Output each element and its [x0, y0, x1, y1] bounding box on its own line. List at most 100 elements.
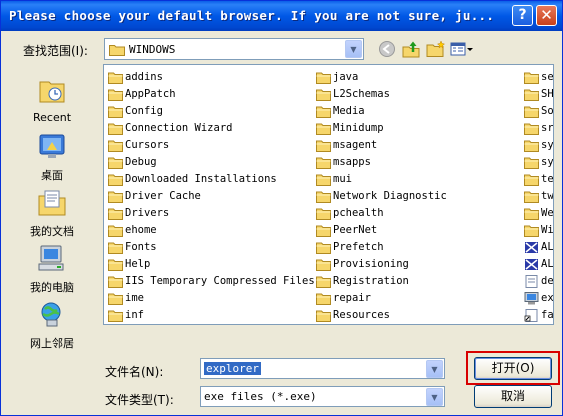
file-name: Drivers — [125, 207, 170, 219]
file-name: Connection Wizard — [125, 122, 233, 134]
file-list-item[interactable]: AL — [522, 256, 553, 273]
file-name: te — [541, 173, 554, 185]
file-name: sy — [541, 139, 554, 151]
lookin-select[interactable]: WINDOWS ▼ — [104, 38, 364, 60]
place-label: 我的电脑 — [30, 281, 74, 294]
file-name: tw — [541, 190, 554, 202]
file-name: sy — [541, 156, 554, 168]
file-list-item[interactable]: sy — [522, 154, 554, 171]
file-list[interactable]: addins AppPatch Config Connection Wizard Cur… — [103, 64, 554, 325]
file-list-item[interactable]: Provisioning — [314, 256, 519, 273]
file-list-item[interactable]: Fonts — [106, 239, 311, 256]
file-list-item[interactable]: Media — [314, 103, 519, 120]
file-list-item[interactable]: Wi — [522, 222, 554, 239]
file-list-item[interactable]: L2Schemas — [314, 86, 519, 103]
file-list-item[interactable]: So — [522, 103, 554, 120]
file-list-item[interactable]: sr — [522, 120, 554, 137]
chevron-down-icon[interactable]: ▼ — [426, 388, 443, 406]
file-list-item[interactable]: Network Diagnostic — [314, 188, 519, 205]
file-name: msagent — [333, 139, 378, 151]
back-button[interactable] — [378, 40, 398, 58]
window-title: Please choose your default browser. If y… — [9, 8, 495, 23]
file-list-item[interactable]: repair — [314, 290, 519, 307]
file-name: L2Schemas — [333, 88, 390, 100]
file-list-item[interactable]: Connection Wizard — [106, 120, 311, 137]
file-list-item[interactable]: SH — [522, 86, 553, 103]
place-my-documents[interactable]: 我的文档 — [5, 188, 99, 239]
file-list-item[interactable]: Cursors — [106, 137, 311, 154]
place-label: Recent — [32, 111, 72, 124]
file-list-item[interactable]: fa — [522, 307, 553, 324]
shortcut-icon — [524, 309, 539, 324]
lookin-label: 查找范围(I): — [23, 44, 88, 58]
file-name: So — [541, 105, 554, 117]
file-list-item[interactable]: tw — [522, 188, 554, 205]
place-network[interactable]: 网上邻居 — [5, 300, 99, 351]
file-list-item[interactable]: AL — [522, 239, 553, 256]
open-button[interactable]: 打开(O) — [474, 357, 552, 380]
help-button[interactable]: ? — [512, 5, 533, 26]
file-list-item[interactable]: Driver Cache — [106, 188, 311, 205]
file-name: Cursors — [125, 139, 170, 151]
file-name: msapps — [333, 156, 371, 168]
file-list-item[interactable]: Prefetch — [314, 239, 519, 256]
place-desktop[interactable]: 桌面 — [5, 132, 99, 183]
file-name: repair — [333, 292, 371, 304]
chevron-down-icon[interactable]: ▼ — [345, 40, 362, 58]
file-list-item[interactable]: IIS Temporary Compressed Files — [106, 273, 315, 290]
file-list-item[interactable]: ime — [106, 290, 311, 307]
file-name: PeerNet — [333, 224, 378, 236]
view-menu-button[interactable] — [450, 40, 474, 58]
file-list-item[interactable]: Resources — [314, 307, 519, 324]
file-list-item[interactable]: addins — [106, 69, 311, 86]
file-list-item[interactable]: pchealth — [314, 205, 519, 222]
file-list-item[interactable]: mui — [314, 171, 519, 188]
file-list-item[interactable]: msagent — [314, 137, 519, 154]
desktop-icon — [39, 134, 65, 158]
file-name: Media — [333, 105, 365, 117]
filetype-select[interactable]: exe files (*.exe) ▼ — [200, 386, 445, 407]
file-name: ex — [541, 292, 554, 304]
filename-field[interactable]: explorer ▼ — [200, 358, 445, 379]
file-list-item[interactable]: Downloaded Installations — [106, 171, 311, 188]
file-name: Debug — [125, 156, 157, 168]
file-list-item[interactable]: inf — [106, 307, 311, 324]
new-folder-button[interactable] — [426, 40, 446, 58]
file-list-item[interactable]: te — [522, 171, 554, 188]
close-button[interactable]: ✕ — [536, 5, 557, 26]
file-name: Prefetch — [333, 241, 384, 253]
file-list-item[interactable]: sy — [522, 137, 554, 154]
title-bar[interactable]: Please choose your default browser. If y… — [1, 1, 562, 31]
place-recent[interactable]: Recent — [5, 76, 99, 124]
file-list-item[interactable]: Help — [106, 256, 311, 273]
file-name: sr — [541, 122, 554, 134]
folder-icon — [109, 43, 125, 59]
file-list-item[interactable]: ehome — [106, 222, 311, 239]
file-list-item[interactable]: java — [314, 69, 519, 86]
file-list-item[interactable]: Registration — [314, 273, 519, 290]
file-name: Fonts — [125, 241, 157, 253]
file-list-item[interactable]: Minidump — [314, 120, 519, 137]
file-column-1: addins AppPatch Config Connection Wizard Cur… — [106, 69, 315, 324]
place-my-computer[interactable]: 我的电脑 — [5, 244, 99, 295]
file-name: Downloaded Installations — [125, 173, 277, 185]
chevron-down-icon[interactable]: ▼ — [426, 360, 443, 378]
up-folder-button[interactable] — [402, 40, 422, 58]
cancel-button[interactable]: 取消 — [474, 385, 552, 408]
file-list-item[interactable]: We — [522, 205, 553, 222]
file-list-item[interactable]: de — [522, 273, 553, 290]
file-list-item[interactable]: Config — [106, 103, 311, 120]
file-name: inf — [125, 309, 144, 321]
file-list-item[interactable]: AppPatch — [106, 86, 311, 103]
file-list-item[interactable]: se — [522, 69, 553, 86]
file-list-item[interactable]: ex — [522, 290, 554, 307]
file-name: mui — [333, 173, 352, 185]
file-list-item[interactable]: Drivers — [106, 205, 311, 222]
file-name: AppPatch — [125, 88, 176, 100]
file-name: Wi — [541, 224, 554, 236]
file-list-item[interactable]: PeerNet — [314, 222, 519, 239]
file-list-item[interactable]: Debug — [106, 154, 311, 171]
filetype-value: exe files (*.exe) — [204, 390, 317, 403]
file-list-item[interactable]: msapps — [314, 154, 519, 171]
file-name: Config — [125, 105, 163, 117]
